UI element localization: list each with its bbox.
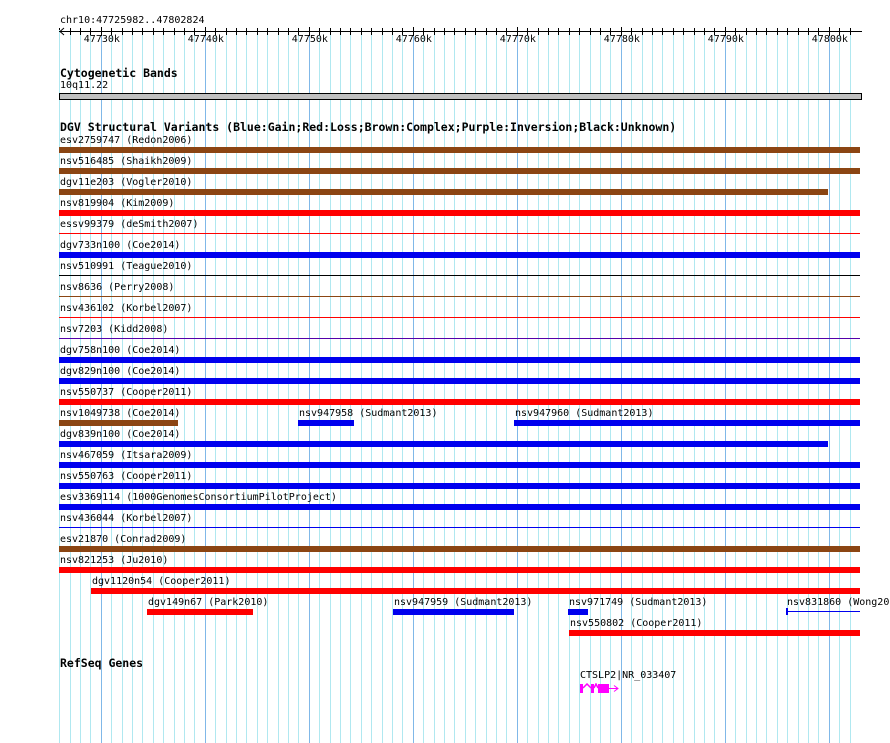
gene-exon — [590, 684, 594, 693]
variant-loss-bar[interactable] — [59, 399, 860, 405]
variant-label: dgv11e203 (Vogler2010) — [60, 177, 193, 188]
ruler-tick-label: 47770k — [499, 34, 536, 45]
ruler-tick-label: 47740k — [187, 34, 224, 45]
variant-loss-bar[interactable] — [59, 233, 860, 234]
variant-gain-bar[interactable] — [59, 252, 860, 258]
variant-inversion-bar[interactable] — [59, 338, 860, 339]
cytoband-track-title[interactable]: Cytogenetic Bands — [60, 67, 178, 80]
gene-exon — [597, 684, 609, 693]
variant-label: nsv550737 (Cooper2011) — [60, 387, 193, 398]
variant-label: nsv831860 (Wong2007) — [787, 597, 890, 608]
ruler-tick-label: 47760k — [395, 34, 432, 45]
variant-complex-bar[interactable] — [59, 189, 828, 195]
variant-gain-bar[interactable] — [392, 609, 514, 615]
refseq-track-title[interactable]: RefSeq Genes — [60, 657, 143, 670]
ruler-tick-label: 47790k — [707, 34, 744, 45]
cytoband-bar[interactable] — [59, 93, 862, 100]
variant-label: nsv550763 (Cooper2011) — [60, 471, 193, 482]
variant-label: nsv947958 (Sudmant2013) — [299, 408, 438, 419]
variant-label: nsv819904 (Kim2009) — [60, 198, 175, 209]
variant-label: nsv436102 (Korbel2007) — [60, 303, 193, 314]
variant-gain-bar[interactable] — [786, 611, 860, 612]
location-label: chr10:47725982..47802824 — [60, 15, 205, 26]
variant-label: nsv947960 (Sudmant2013) — [515, 408, 654, 419]
variant-gain-bar[interactable] — [59, 462, 860, 468]
variant-label: nsv467059 (Itsara2009) — [60, 450, 193, 461]
variant-loss-bar[interactable] — [59, 317, 860, 318]
gene-intron — [582, 683, 592, 689]
variant-loss-bar[interactable] — [147, 609, 253, 615]
variant-complex-bar[interactable] — [59, 147, 860, 153]
variant-label: nsv947959 (Sudmant2013) — [393, 597, 533, 608]
variant-label: nsv8636 (Perry2008) — [60, 282, 175, 293]
variant-label: nsv971749 (Sudmant2013) — [568, 597, 708, 608]
variant-label: essv99379 (deSmith2007) — [60, 219, 199, 230]
gene-intron — [593, 683, 599, 689]
variant-gain-bar[interactable] — [59, 441, 828, 447]
variant-label: esv2759747 (Redon2006) — [60, 135, 193, 146]
variant-gain-bar[interactable] — [298, 420, 354, 426]
variant-label: nsv1049738 (Coe2014) — [60, 408, 181, 419]
variant-label: dgv829n100 (Coe2014) — [60, 366, 181, 377]
variant-label: dgv1120n54 (Cooper2011) — [92, 576, 231, 587]
variant-loss-bar[interactable] — [91, 588, 860, 594]
ruler-tick-label: 47730k — [83, 34, 120, 45]
variant-gain-bar[interactable] — [59, 483, 860, 489]
variant-unknown-bar[interactable] — [59, 275, 860, 276]
variant-label: nsv516485 (Shaikh2009) — [60, 156, 193, 167]
variant-label: dgv149n67 (Park2010) — [148, 597, 269, 608]
variant-label: nsv550802 (Cooper2011) — [569, 618, 703, 629]
variant-loss-bar[interactable] — [568, 630, 860, 636]
gene-model[interactable] — [579, 683, 622, 695]
variant-gain-bar[interactable] — [59, 504, 860, 510]
variant-label: nsv436044 (Korbel2007) — [60, 513, 193, 524]
variant-label: dgv758n100 (Coe2014) — [60, 345, 181, 356]
variant-label: dgv839n100 (Coe2014) — [60, 429, 181, 440]
variant-label: esv3369114 (1000GenomesConsortiumPilotPr… — [60, 492, 337, 503]
variant-label: dgv733n100 (Coe2014) — [60, 240, 181, 251]
variant-gain-bar[interactable] — [567, 609, 588, 615]
variant-loss-bar[interactable] — [59, 210, 860, 216]
variant-label: nsv7203 (Kidd2008) — [60, 324, 169, 335]
variant-gain-bar[interactable] — [59, 378, 860, 384]
dgv-track-title[interactable]: DGV Structural Variants (Blue:Gain;Red:L… — [60, 121, 676, 134]
variant-gain-bar[interactable] — [514, 420, 860, 426]
variant-label: nsv821253 (Ju2010) — [60, 555, 169, 566]
variant-end-tick — [786, 608, 788, 615]
ruler-tick-label: 47780k — [603, 34, 640, 45]
gene-exon — [579, 684, 583, 693]
variant-loss-bar[interactable] — [59, 567, 860, 573]
cytoband-label: 10q11.22 — [60, 80, 109, 91]
variant-complex-bar[interactable] — [59, 168, 860, 174]
variant-label: esv21870 (Conrad2009) — [60, 534, 187, 545]
ruler-tick-label: 47800k — [811, 34, 848, 45]
variant-label: nsv510991 (Teague2010) — [60, 261, 193, 272]
variant-complex-bar[interactable] — [59, 546, 860, 552]
variant-complex-bar[interactable] — [59, 296, 860, 297]
ruler-tick-label: 47750k — [291, 34, 328, 45]
gene-label: CTSLP2|NR_033407 — [579, 670, 677, 681]
variant-complex-bar[interactable] — [59, 420, 178, 426]
variant-gain-bar[interactable] — [59, 357, 860, 363]
variant-gain-bar[interactable] — [59, 527, 860, 528]
